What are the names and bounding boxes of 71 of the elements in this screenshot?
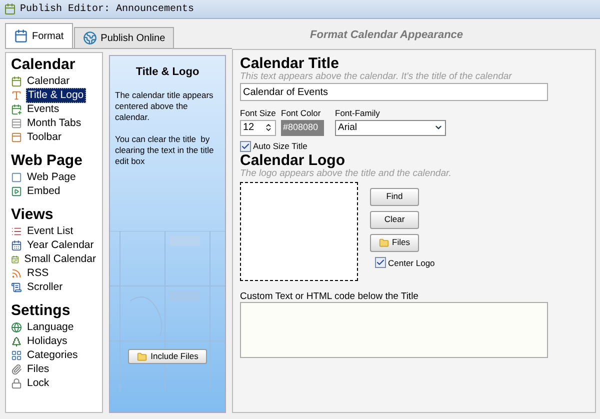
sidebar-item[interactable]: Calendar — [26, 74, 71, 88]
checkbox[interactable] — [375, 257, 386, 268]
field-label: Font Color — [281, 107, 322, 120]
field-label: Font Size — [240, 107, 276, 120]
folder-icon — [379, 238, 390, 248]
sidebar-item[interactable]: Events — [26, 102, 60, 116]
section-heading: Calendar Logo — [240, 152, 346, 168]
logo-button[interactable]: Files — [370, 234, 419, 252]
checkbox[interactable] — [240, 140, 251, 152]
calendar-icon — [11, 254, 20, 264]
title-field[interactable]: Calendar of Events — [240, 83, 548, 101]
sidebar-item[interactable]: Month Tabs — [26, 116, 82, 130]
page-icon — [11, 172, 22, 182]
logo-button[interactable]: Find — [370, 188, 419, 206]
sidebar-item[interactable]: Toolbar — [26, 130, 62, 144]
globe-icon — [11, 322, 22, 332]
play-icon — [11, 186, 22, 196]
text-icon — [11, 90, 22, 100]
grid-icon — [11, 350, 22, 360]
lock-icon — [11, 378, 22, 388]
field-label: Font-Family — [335, 107, 381, 120]
hint-text: This text appears above the calendar. It's the title of the calendar — [240, 71, 513, 83]
rows-icon — [11, 118, 22, 128]
field-label: Custom Text or HTML code below the Title — [240, 290, 420, 302]
sidebar-item[interactable]: Scroller — [26, 280, 64, 294]
section-heading: Calendar — [11, 56, 76, 74]
help-text: The calendar title appears centered above the calendar. — [115, 90, 214, 122]
include-files-button[interactable]: Include Files — [128, 349, 208, 364]
font-family-dropdown[interactable]: Arial — [335, 120, 446, 136]
sidebar-item[interactable]: Files — [26, 362, 50, 376]
sidebar-item[interactable]: Title & Logo — [26, 88, 86, 102]
sidebar-item[interactable]: Holidays — [26, 334, 68, 348]
window-title: Publish Editor: Announcements — [20, 2, 194, 16]
section-heading: Calendar Title — [240, 56, 340, 71]
sidebar-item[interactable]: Event List — [26, 224, 74, 238]
folder-icon — [136, 352, 147, 362]
sidebar-item[interactable]: RSS — [26, 266, 50, 280]
calendar-icon — [14, 29, 28, 43]
scroll-icon — [11, 282, 22, 292]
tab[interactable]: Format — [5, 23, 73, 48]
paperclip-icon — [11, 364, 22, 374]
help-title: Title & Logo — [134, 65, 200, 80]
spinner-icon — [264, 123, 273, 132]
hint-text: The logo appears above the title and the calendar. — [240, 168, 452, 180]
rss-icon — [11, 268, 22, 278]
app-icon — [4, 3, 16, 15]
tree-icon — [11, 336, 22, 346]
sidebar-item[interactable]: Lock — [26, 376, 50, 390]
sidebar-item[interactable]: Embed — [26, 184, 62, 198]
sidebar-item[interactable]: Small Calendar — [23, 252, 97, 266]
checkbox-label: Auto Size Title — [253, 140, 308, 152]
sidebar-item[interactable]: Year Calendar — [26, 238, 95, 252]
panel-icon — [11, 132, 22, 142]
checkbox-label: Center Logo — [388, 256, 435, 270]
help-text: You can clear the title by clearing the text in the title edit box — [115, 134, 215, 166]
calendar-icon — [11, 76, 22, 86]
logo-button[interactable]: Clear — [370, 210, 419, 228]
section-heading: Settings — [11, 302, 72, 320]
color-swatch[interactable]: #808080 — [281, 120, 324, 136]
sidebar-item[interactable]: Categories — [26, 348, 79, 362]
sidebar-item[interactable]: Web Page — [26, 170, 77, 184]
globe-icon — [82, 31, 97, 45]
tab[interactable]: Publish Online — [74, 27, 174, 48]
calendar-icon — [11, 240, 22, 250]
section-heading: Views — [11, 206, 54, 224]
page-heading: Format Calendar Appearance — [310, 28, 464, 43]
calendar-add-icon — [11, 104, 22, 114]
section-heading: Web Page — [11, 152, 84, 170]
list-icon — [11, 226, 22, 236]
font-size-spinner[interactable]: 12 — [240, 120, 276, 136]
sidebar-item[interactable]: Language — [26, 320, 75, 334]
